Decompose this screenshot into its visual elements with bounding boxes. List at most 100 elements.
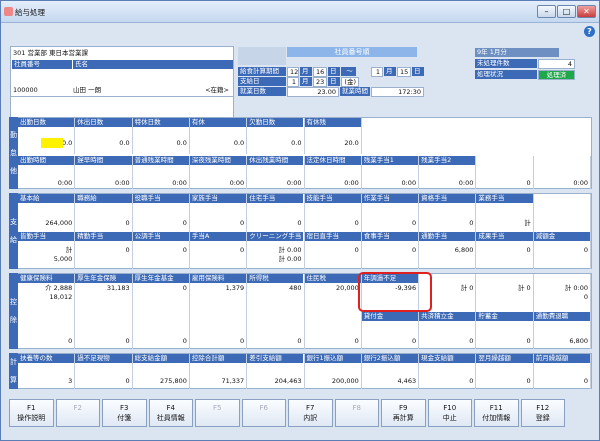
grid-line	[590, 156, 591, 189]
kei-value[interactable]: 71,337	[190, 377, 246, 386]
kintai-value[interactable]: 0:00	[419, 179, 475, 188]
shikyu-value[interactable]: 0	[305, 219, 361, 228]
kojo-value[interactable]: 0	[362, 337, 418, 346]
shikyu-header: 減額金	[533, 232, 590, 241]
grid-line	[532, 194, 534, 232]
close-button[interactable]: ✕	[577, 5, 596, 18]
employee-number[interactable]: 100000	[11, 85, 40, 95]
kojo-value[interactable]: 0	[133, 284, 189, 293]
kei-value[interactable]: 0	[75, 377, 131, 386]
shikyu-side-label: 支給	[9, 193, 18, 269]
function-key-f10[interactable]: F10 中止	[427, 399, 472, 427]
kojo-value[interactable]: 0	[305, 337, 361, 346]
shikyu-header: 家族手当	[189, 194, 247, 203]
grid-line	[590, 232, 591, 269]
kintai-value[interactable]: 20.0	[305, 139, 361, 148]
kojo-value[interactable]: 31,183	[75, 284, 131, 293]
shikyu-value[interactable]: 0	[247, 219, 303, 228]
shikyu-value[interactable]: 0	[133, 219, 189, 228]
shikyu-value[interactable]: 計 5,000	[18, 246, 74, 264]
kintai-value[interactable]: 0:00	[133, 179, 189, 188]
shikyu-value[interactable]: 0	[133, 246, 189, 255]
shikyu-value[interactable]: 0	[476, 246, 532, 255]
kintai-value[interactable]: 0:00	[190, 179, 246, 188]
day-unit: 日	[412, 67, 424, 76]
kojo-value[interactable]: 1,379	[190, 284, 246, 293]
calc-from-day[interactable]: 16	[313, 67, 327, 77]
shikyu-value[interactable]: 0	[75, 246, 131, 255]
attendance-days-input[interactable]	[41, 138, 63, 148]
kojo-value[interactable]: 0	[419, 337, 475, 346]
kei-value[interactable]: 4,463	[362, 377, 418, 386]
shikyu-value[interactable]: 0	[305, 246, 361, 255]
calc-from-month[interactable]: 12	[287, 67, 299, 77]
department-text: 301 営業部 東日本営業課	[13, 49, 89, 57]
grid-line	[475, 274, 477, 312]
kei-value[interactable]: 200,000	[305, 377, 361, 386]
kojo-value[interactable]: 0	[190, 337, 246, 346]
help-icon[interactable]: ?	[584, 26, 595, 37]
shikyu-value[interactable]: 0	[362, 219, 418, 228]
pay-month[interactable]: 1	[287, 77, 299, 87]
minimize-button[interactable]: –	[537, 5, 556, 18]
kintai-value[interactable]: 0.0	[75, 139, 131, 148]
kojo-value[interactable]: 0	[247, 337, 303, 346]
kojo-value[interactable]: 6,800	[534, 337, 590, 346]
kei-value[interactable]: 3	[18, 377, 74, 386]
sort-order-header[interactable]: 社員番号順	[287, 47, 417, 57]
kojo-header: 厚生年金基金	[132, 274, 189, 283]
kei-value[interactable]: 0	[534, 377, 590, 386]
kintai-value[interactable]: 0:00	[18, 179, 74, 188]
function-key-f7[interactable]: F7 内訳	[288, 399, 333, 427]
function-key-f11[interactable]: F11 付加情報	[474, 399, 519, 427]
function-key-f9[interactable]: F9 再計算	[381, 399, 426, 427]
kojo-value[interactable]: 0	[476, 337, 532, 346]
kintai-header: 特休日数	[132, 118, 189, 127]
kintai-value[interactable]: 0:00	[362, 179, 418, 188]
kintai-value[interactable]: 0.0	[190, 139, 246, 148]
kei-value[interactable]: 204,463	[247, 377, 303, 386]
shikyu-value[interactable]: 0	[362, 246, 418, 255]
kei-value[interactable]: 0	[419, 377, 475, 386]
kojo-value[interactable]: 計 0:00 0	[534, 284, 590, 302]
kei-value[interactable]: 0	[476, 377, 532, 386]
shikyu-value[interactable]: 計	[476, 219, 532, 228]
kojo-value[interactable]: 0	[75, 337, 131, 346]
kintai-value[interactable]: 0	[476, 179, 532, 188]
function-key-f12[interactable]: F12 登録	[520, 399, 565, 427]
function-key-f4[interactable]: F4 社員情報	[148, 399, 193, 427]
function-key-f3[interactable]: F3 付箋	[102, 399, 147, 427]
pay-day[interactable]: 23	[313, 77, 327, 87]
window-title: 給与処理	[15, 8, 45, 17]
function-key-f1[interactable]: F1 操作説明	[9, 399, 54, 427]
shikyu-value[interactable]: 0	[419, 219, 475, 228]
kojo-value[interactable]: 計 0	[476, 284, 532, 293]
fkey-label: 中止	[442, 414, 457, 422]
month-unit: 月	[300, 77, 312, 86]
kei-value[interactable]: 275,800	[133, 377, 189, 386]
shikyu-value[interactable]: 0	[190, 246, 246, 255]
maximize-button[interactable]: □	[557, 5, 576, 18]
kintai-value[interactable]: 0:00	[247, 179, 303, 188]
calc-to-month[interactable]: 1	[371, 67, 383, 77]
kintai-value[interactable]: 0:00	[534, 179, 590, 188]
shikyu-value[interactable]: 0	[190, 219, 246, 228]
kintai-value[interactable]: 0.0	[247, 139, 303, 148]
kintai-value[interactable]: 0:00	[305, 179, 361, 188]
employee-name-label: 氏名	[73, 60, 233, 69]
kei-header: 控除合計額	[189, 354, 247, 363]
kintai-value[interactable]: 0.0	[133, 139, 189, 148]
shikyu-header: 精勤手当	[75, 232, 132, 241]
calc-to-day[interactable]: 15	[397, 67, 411, 77]
shikyu-value[interactable]: 0	[534, 246, 590, 255]
shikyu-value[interactable]: 計 0.00 計 0.00	[247, 246, 303, 264]
kintai-value[interactable]: 0:00	[75, 179, 131, 188]
kojo-value[interactable]: 0	[18, 337, 74, 346]
kojo-value[interactable]: 20,000	[305, 284, 361, 293]
shikyu-value[interactable]: 264,000	[18, 219, 74, 228]
shikyu-value[interactable]: 6,800	[419, 246, 475, 255]
kojo-value[interactable]: 0	[133, 337, 189, 346]
kojo-value[interactable]: 介 2,888 18,012	[18, 284, 74, 302]
kojo-value[interactable]: 480	[247, 284, 303, 293]
shikyu-value[interactable]: 0	[75, 219, 131, 228]
